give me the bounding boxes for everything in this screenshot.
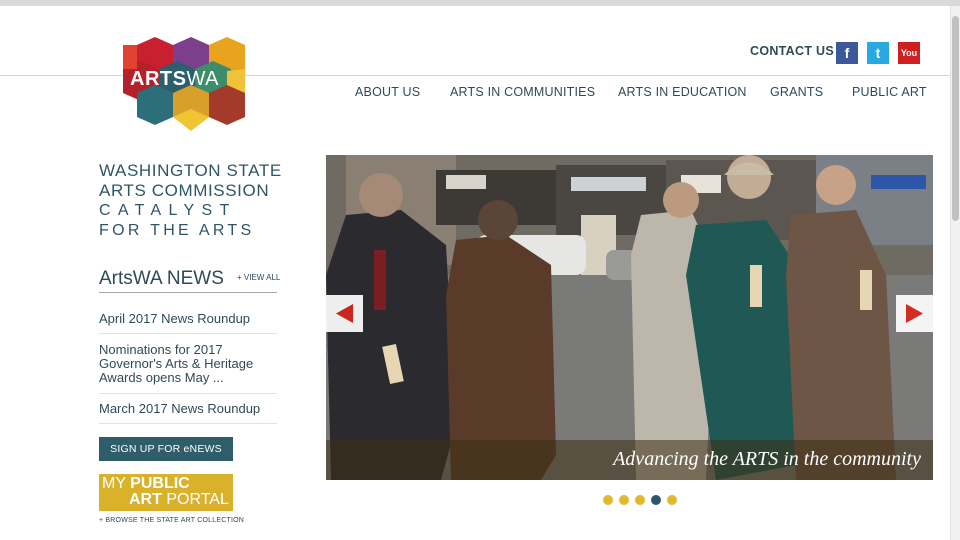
arrow-left-icon bbox=[336, 304, 353, 323]
tagline-line1: CATALYST bbox=[99, 202, 237, 219]
browse-state-art-collection-link[interactable]: + BROWSE THE STATE ART COLLECTION bbox=[99, 517, 244, 524]
portal-text-art: ART bbox=[129, 491, 162, 508]
news-divider bbox=[99, 333, 277, 334]
nav-item-arts-in-education[interactable]: ARTS IN EDUCATION bbox=[618, 85, 747, 99]
portal-text-portal: PORTAL bbox=[161, 491, 229, 508]
nav-item-grants[interactable]: GRANTS bbox=[770, 85, 823, 99]
slideshow-dot[interactable] bbox=[603, 495, 613, 505]
page-scrollbar[interactable] bbox=[950, 6, 960, 540]
youtube-icon[interactable]: You bbox=[898, 42, 920, 64]
hero-slideshow[interactable]: Advancing the ARTS in the community bbox=[326, 155, 933, 480]
org-name-line2: ARTS COMMISSION bbox=[99, 181, 270, 200]
slideshow-prev-button[interactable] bbox=[326, 295, 363, 332]
slide-photo bbox=[326, 155, 933, 480]
news-item-april-2017[interactable]: April 2017 News Roundup bbox=[99, 312, 277, 326]
slideshow-dot[interactable] bbox=[635, 495, 645, 505]
nav-item-about-us[interactable]: ABOUT US bbox=[355, 85, 420, 99]
contact-us-link[interactable]: CONTACT US bbox=[750, 44, 834, 58]
facebook-icon[interactable]: f bbox=[836, 42, 858, 64]
arrow-right-icon bbox=[906, 304, 923, 323]
slideshow-dot[interactable] bbox=[651, 495, 661, 505]
slideshow-dot[interactable] bbox=[619, 495, 629, 505]
portal-line2: ART PORTAL bbox=[102, 492, 233, 508]
news-item-nominations-2017[interactable]: Nominations for 2017 Governor's Arts & H… bbox=[99, 343, 277, 385]
slideshow-dot[interactable] bbox=[667, 495, 677, 505]
twitter-icon[interactable]: t bbox=[867, 42, 889, 64]
news-item-march-2017[interactable]: March 2017 News Roundup bbox=[99, 402, 277, 416]
news-divider bbox=[99, 393, 277, 394]
tagline-line2: FOR THE ARTS bbox=[99, 222, 255, 239]
signup-enews-button[interactable]: SIGN UP FOR eNEWS bbox=[99, 437, 233, 461]
view-all-news-link[interactable]: + VIEW ALL bbox=[237, 273, 280, 282]
scrollbar-thumb[interactable] bbox=[952, 16, 959, 221]
news-divider bbox=[99, 423, 277, 424]
slideshow-next-button[interactable] bbox=[896, 295, 933, 332]
nav-item-arts-in-communities[interactable]: ARTS IN COMMUNITIES bbox=[450, 85, 595, 99]
artswa-logo[interactable]: ARTSWA bbox=[123, 35, 245, 131]
portal-line1: MY PUBLIC bbox=[102, 476, 233, 492]
news-heading-divider bbox=[99, 292, 277, 293]
news-heading: ArtsWA NEWS bbox=[99, 268, 224, 289]
portal-text-my: MY bbox=[102, 475, 131, 492]
portal-text-public: PUBLIC bbox=[130, 475, 190, 492]
my-public-art-portal-button[interactable]: MY PUBLIC ART PORTAL bbox=[99, 474, 233, 511]
slide-caption: Advancing the ARTS in the community bbox=[613, 448, 921, 470]
browser-top-strip bbox=[0, 0, 960, 6]
logo-text-light: WA bbox=[186, 68, 219, 90]
org-name-line1: WASHINGTON STATE bbox=[99, 161, 282, 180]
nav-item-public-art[interactable]: PUBLIC ART bbox=[852, 85, 927, 99]
logo-text-bold: ARTS bbox=[130, 68, 187, 90]
logo-wordmark: ARTSWA bbox=[130, 68, 219, 91]
